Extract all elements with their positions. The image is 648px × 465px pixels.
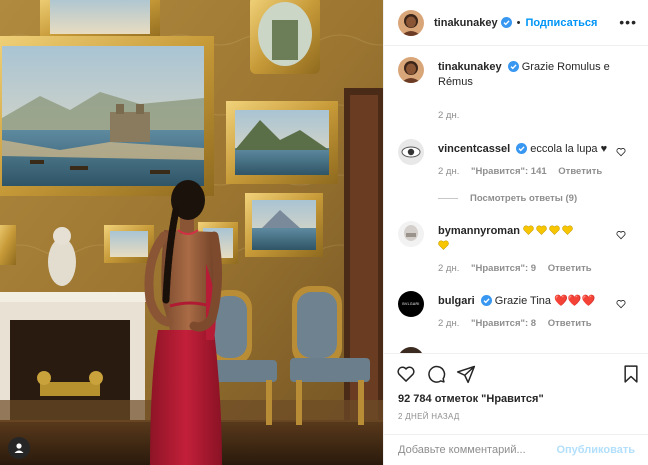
more-horizontal-icon[interactable]: ••• <box>619 15 637 29</box>
commenter-avatar[interactable] <box>398 221 424 247</box>
verified-badge-icon <box>516 143 528 154</box>
comment-text: eccola la lupa ♥ <box>530 143 608 155</box>
caption-avatar[interactable] <box>398 57 424 83</box>
verified-badge-icon <box>480 295 492 306</box>
comment-likes[interactable]: "Нравится": 141 <box>471 166 547 177</box>
user-tag-icon <box>14 443 24 453</box>
reply-button[interactable]: Ответить <box>548 318 592 329</box>
photo-illustration <box>0 0 383 465</box>
reply-button[interactable]: Ответить <box>558 166 602 177</box>
comment-text-block: vincentcassel eccola la lupa ♥ <box>438 142 618 157</box>
comment-text: Grazie Tina ❤️❤️❤️ <box>494 295 596 307</box>
post-photo[interactable] <box>0 0 383 465</box>
instagram-post-view: tinakunakey • Подписаться ••• tinakunake… <box>0 0 648 465</box>
yellow-heart-icon <box>523 225 534 235</box>
comment-text-block: bulgari Grazie Tina ❤️❤️❤️ <box>438 294 618 309</box>
comment-item: BVLGARI bulgari Grazie Tina ❤️❤️❤️ 2 дн.… <box>398 291 638 351</box>
yellow-heart-icon <box>549 225 560 235</box>
comment-text-block: bymannyroman <box>438 224 618 254</box>
view-replies-button[interactable]: Посмотреть ответы (9) <box>438 193 577 204</box>
post-details-panel: tinakunakey • Подписаться ••• tinakunake… <box>383 0 648 465</box>
yellow-heart-icon <box>438 240 449 250</box>
heart-icon[interactable] <box>396 364 416 384</box>
bookmark-icon[interactable] <box>621 364 641 384</box>
avatar-image-icon <box>398 9 424 36</box>
caption-meta: 2 дн. <box>438 110 468 121</box>
post-header: tinakunakey • Подписаться ••• <box>384 0 648 46</box>
verified-badge-icon <box>507 61 519 72</box>
author-avatar[interactable] <box>398 9 424 36</box>
comment-likes[interactable]: "Нравится": 8 <box>471 318 536 329</box>
comment-time[interactable]: 2 дн. <box>438 318 459 329</box>
commenter-avatar[interactable]: BVLGARI <box>398 291 424 317</box>
comment-meta: 2 дн. "Нравится": 9 Ответить <box>438 263 601 274</box>
likes-count[interactable]: 92 784 отметок "Нравится" <box>398 393 544 405</box>
caption: tinakunakey Grazie Romulus e Rémus 2 дн. <box>398 57 638 127</box>
header-separator: • <box>516 16 521 29</box>
view-replies-label: Посмотреть ответы (9) <box>470 193 578 204</box>
comment-item: bymannyroman 2 дн. "Нравится": 9 Ответит… <box>398 221 638 291</box>
yellow-heart-icon <box>562 225 573 235</box>
action-icons <box>396 364 476 384</box>
replies-divider <box>438 198 458 199</box>
avatar-image-icon <box>398 139 424 165</box>
reply-button[interactable]: Ответить <box>548 263 592 274</box>
caption-text-block: tinakunakey Grazie Romulus e Rémus <box>438 60 618 90</box>
comment-icon[interactable] <box>426 364 446 384</box>
comment-time[interactable]: 2 дн. <box>438 166 459 177</box>
comment-time[interactable]: 2 дн. <box>438 263 459 274</box>
post-time-ago[interactable]: 2 ДНЕЙ НАЗАД <box>398 412 460 421</box>
commenter-avatar[interactable] <box>398 139 424 165</box>
author-username[interactable]: tinakunakey <box>434 17 498 29</box>
caption-time[interactable]: 2 дн. <box>438 110 459 121</box>
like-comment-heart-icon[interactable] <box>616 147 626 157</box>
comment-likes[interactable]: "Нравится": 9 <box>471 263 536 274</box>
add-comment-bar: Опубликовать <box>384 434 648 465</box>
like-comment-heart-icon[interactable] <box>616 299 626 309</box>
post-actions: 92 784 отметок "Нравится" 2 ДНЕЙ НАЗАД <box>384 353 648 434</box>
comment-meta: 2 дн. "Нравится": 141 Ответить <box>438 166 611 177</box>
comment-username[interactable]: bymannyroman <box>438 225 520 237</box>
send-icon[interactable] <box>456 364 476 384</box>
avatar-image-icon <box>398 57 424 83</box>
avatar-image-icon <box>398 221 424 247</box>
yellow-heart-icon <box>536 225 547 235</box>
follow-button[interactable]: Подписаться <box>525 17 597 29</box>
comment-input[interactable] <box>398 444 557 456</box>
caption-username[interactable]: tinakunakey <box>438 61 502 73</box>
comment-meta: 2 дн. "Нравится": 8 Ответить <box>438 318 601 329</box>
comment-username[interactable]: bulgari <box>438 295 475 307</box>
tagged-users-button[interactable] <box>8 437 30 459</box>
comment-username[interactable]: vincentcassel <box>438 143 510 155</box>
post-comment-button[interactable]: Опубликовать <box>556 444 635 456</box>
bulgari-logo: BVLGARI <box>402 302 420 306</box>
like-comment-heart-icon[interactable] <box>616 230 626 240</box>
comment-item: vincentcassel eccola la lupa ♥ 2 дн. "Нр… <box>398 139 638 219</box>
comments-list[interactable]: tinakunakey Grazie Romulus e Rémus 2 дн. <box>384 47 648 353</box>
verified-badge-icon <box>500 17 512 28</box>
